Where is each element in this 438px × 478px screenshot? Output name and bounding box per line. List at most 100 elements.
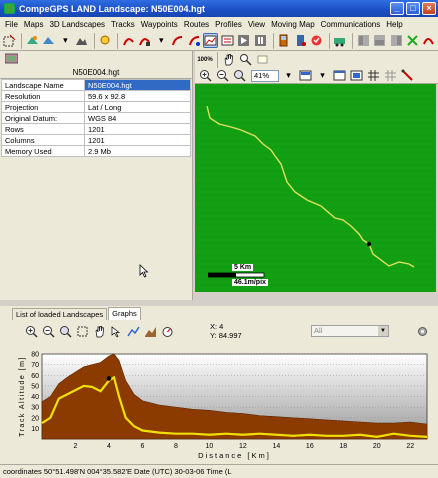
y-axis-label: Track Altitude [m] <box>19 356 26 437</box>
graph-zoom-out-icon[interactable] <box>41 324 56 339</box>
zoom-in-icon[interactable] <box>198 68 213 83</box>
layout-2-icon[interactable] <box>372 33 386 48</box>
track-edit-icon[interactable] <box>138 33 152 48</box>
table-row[interactable]: Original Datum: WGS 84 <box>1 112 191 124</box>
y-tick-label: 50 <box>31 383 39 390</box>
property-value: N50E004.hgt <box>84 79 191 91</box>
gps-settings-icon[interactable] <box>293 33 307 48</box>
title-bar: CompeGPS LAND Landscape: N50E004.hgt _ □… <box>0 0 438 17</box>
altitude-profile-graph[interactable]: 10 20 30 40 50 60 70 80 2 4 6 8 10 12 14 16 18 20 22 Distan… <box>0 342 438 464</box>
table-row[interactable]: Rows 1201 <box>1 123 191 135</box>
dropdown-arrow-icon[interactable]: ▾ <box>58 33 72 48</box>
waypoint-icon[interactable] <box>98 33 112 48</box>
y-tick-label: 60 <box>31 373 39 380</box>
track-icon[interactable] <box>121 33 135 48</box>
map-overview-icon[interactable] <box>349 68 364 83</box>
menu-bar: File Maps 3D Landscapes Tracks Waypoints… <box>0 17 438 31</box>
layout-3-icon[interactable] <box>389 33 403 48</box>
graph-zoom-fit-icon[interactable] <box>58 324 73 339</box>
measure-icon[interactable] <box>255 52 270 67</box>
menu-communications[interactable]: Communications <box>318 20 384 29</box>
table-row[interactable]: Memory Used 2.9 Mb <box>1 145 191 157</box>
menu-file[interactable]: File <box>2 20 21 29</box>
play-icon[interactable] <box>237 33 251 48</box>
map-layer-icon[interactable] <box>298 68 313 83</box>
x-tick-label: 10 <box>205 443 213 450</box>
graph-settings-icon[interactable] <box>415 324 430 339</box>
x-tick-label: 16 <box>306 443 314 450</box>
zoom-tool-icon[interactable] <box>238 52 253 67</box>
track-tool-icon[interactable] <box>400 68 415 83</box>
grid-options-icon[interactable] <box>383 68 398 83</box>
property-key: Landscape Name <box>1 79 85 91</box>
landscape-icon[interactable] <box>75 33 89 48</box>
mouse-cursor-icon <box>139 264 149 281</box>
table-row[interactable]: Columns 1201 <box>1 134 191 146</box>
menu-maps[interactable]: Maps <box>21 20 47 29</box>
zoom-level-select[interactable]: 41% <box>251 69 279 82</box>
y-tick-label: 20 <box>31 415 39 422</box>
tab-graphs[interactable]: Graphs <box>108 307 141 320</box>
y-tick-label: 30 <box>31 405 39 412</box>
y-tick-label: 10 <box>31 426 39 433</box>
maximize-button[interactable]: □ <box>406 2 420 15</box>
series-select[interactable]: All ▼ <box>311 325 389 337</box>
map-scale-bar: 5 Km 46.1m/pix <box>207 264 268 290</box>
menu-help[interactable]: Help <box>383 20 405 29</box>
zoom-100-button[interactable]: 100% <box>197 52 212 67</box>
select-tool-icon[interactable] <box>2 33 16 48</box>
graph-data-icon[interactable] <box>126 324 141 339</box>
table-row[interactable]: Projection Lat / Long <box>1 101 191 113</box>
export-icon[interactable] <box>405 33 419 48</box>
menu-profiles[interactable]: Profiles <box>212 20 245 29</box>
menu-view[interactable]: View <box>245 20 268 29</box>
landscape-list-icon[interactable] <box>4 51 19 66</box>
dropdown-arrow-icon[interactable]: ▾ <box>154 33 168 48</box>
menu-waypoints[interactable]: Waypoints <box>138 20 181 29</box>
zoom-fit-icon[interactable] <box>232 68 247 83</box>
table-row[interactable]: Resolution 59.6 x 92.8 <box>1 90 191 102</box>
graph-select-icon[interactable] <box>109 324 124 339</box>
graph-speed-icon[interactable] <box>160 324 175 339</box>
track-list-icon[interactable] <box>220 33 234 48</box>
chevron-down-icon[interactable]: ▼ <box>378 326 388 336</box>
menu-tracks[interactable]: Tracks <box>108 20 138 29</box>
map-window-icon[interactable] <box>332 68 347 83</box>
connect-icon[interactable] <box>422 33 436 48</box>
hand-pan-icon[interactable] <box>221 52 236 67</box>
menu-3d-landscapes[interactable]: 3D Landscapes <box>46 20 108 29</box>
x-tick-label: 18 <box>339 443 347 450</box>
graph-zoom-box-icon[interactable] <box>75 324 90 339</box>
y-tick-label: 80 <box>31 352 39 359</box>
altitude-chart[interactable]: 10 20 30 40 50 60 70 80 2 4 6 8 10 12 14 16 18 20 22 Distan… <box>0 342 438 464</box>
map-options-icon[interactable] <box>42 33 56 48</box>
layout-1-icon[interactable] <box>356 33 370 48</box>
route-edit-icon[interactable] <box>187 33 201 48</box>
pause-icon[interactable] <box>253 33 267 48</box>
chevron-down-icon[interactable]: ▾ <box>281 68 296 83</box>
current-position-marker[interactable] <box>366 241 372 247</box>
open-map-icon[interactable] <box>25 33 39 48</box>
terrain-map[interactable] <box>195 84 436 292</box>
profile-view-icon[interactable] <box>203 33 219 48</box>
dropdown-arrow-icon[interactable]: ▾ <box>315 68 330 83</box>
menu-routes[interactable]: Routes <box>181 20 212 29</box>
vehicle-icon[interactable] <box>333 33 347 48</box>
close-button[interactable]: × <box>422 2 436 15</box>
gps-icon[interactable] <box>277 33 291 48</box>
property-value: Lat / Long <box>84 101 191 113</box>
minimize-button[interactable]: _ <box>390 2 404 15</box>
route-icon[interactable] <box>171 33 185 48</box>
zoom-out-icon[interactable] <box>215 68 230 83</box>
table-row[interactable]: Landscape Name N50E004.hgt <box>1 79 191 91</box>
grid-icon[interactable] <box>366 68 381 83</box>
tab-loaded-landscapes[interactable]: List of loaded Landscapes <box>12 308 108 320</box>
landscape-file-title: N50E004.hgt <box>0 66 192 79</box>
menu-moving-map[interactable]: Moving Map <box>268 20 318 29</box>
graph-zoom-in-icon[interactable] <box>24 324 39 339</box>
cursor-marker[interactable] <box>106 376 112 381</box>
moving-map-icon[interactable] <box>309 33 323 48</box>
graph-pan-icon[interactable] <box>92 324 107 339</box>
map-view[interactable] <box>195 84 436 292</box>
graph-profile-icon[interactable] <box>143 324 158 339</box>
